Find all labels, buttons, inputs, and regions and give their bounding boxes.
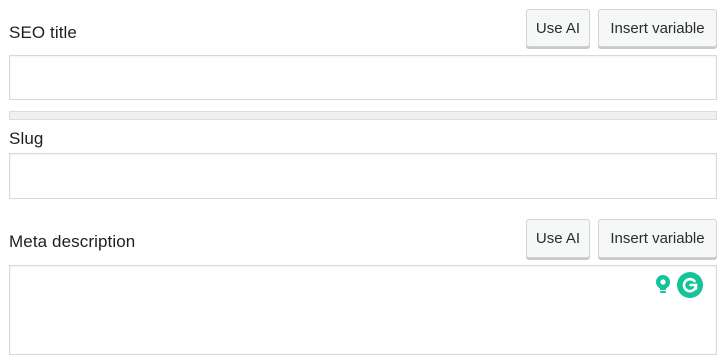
- seo-title-length-progress-bar: [9, 111, 717, 120]
- meta-description-label: Meta description: [9, 232, 136, 251]
- seo-title-use-ai-button[interactable]: Use AI: [526, 9, 590, 47]
- meta-description-textarea[interactable]: [9, 265, 717, 355]
- seo-title-insert-variable-button[interactable]: Insert variable: [598, 9, 717, 47]
- seo-title-input[interactable]: [9, 55, 717, 100]
- slug-input[interactable]: [9, 153, 717, 199]
- lightbulb-icon[interactable]: [652, 274, 674, 296]
- meta-description-insert-variable-button[interactable]: Insert variable: [598, 219, 717, 258]
- slug-label: Slug: [9, 129, 44, 148]
- seo-title-label: SEO title: [9, 23, 77, 42]
- meta-description-use-ai-button[interactable]: Use AI: [526, 219, 590, 258]
- grammarly-widget[interactable]: [650, 270, 710, 300]
- grammarly-g-icon[interactable]: [677, 272, 703, 298]
